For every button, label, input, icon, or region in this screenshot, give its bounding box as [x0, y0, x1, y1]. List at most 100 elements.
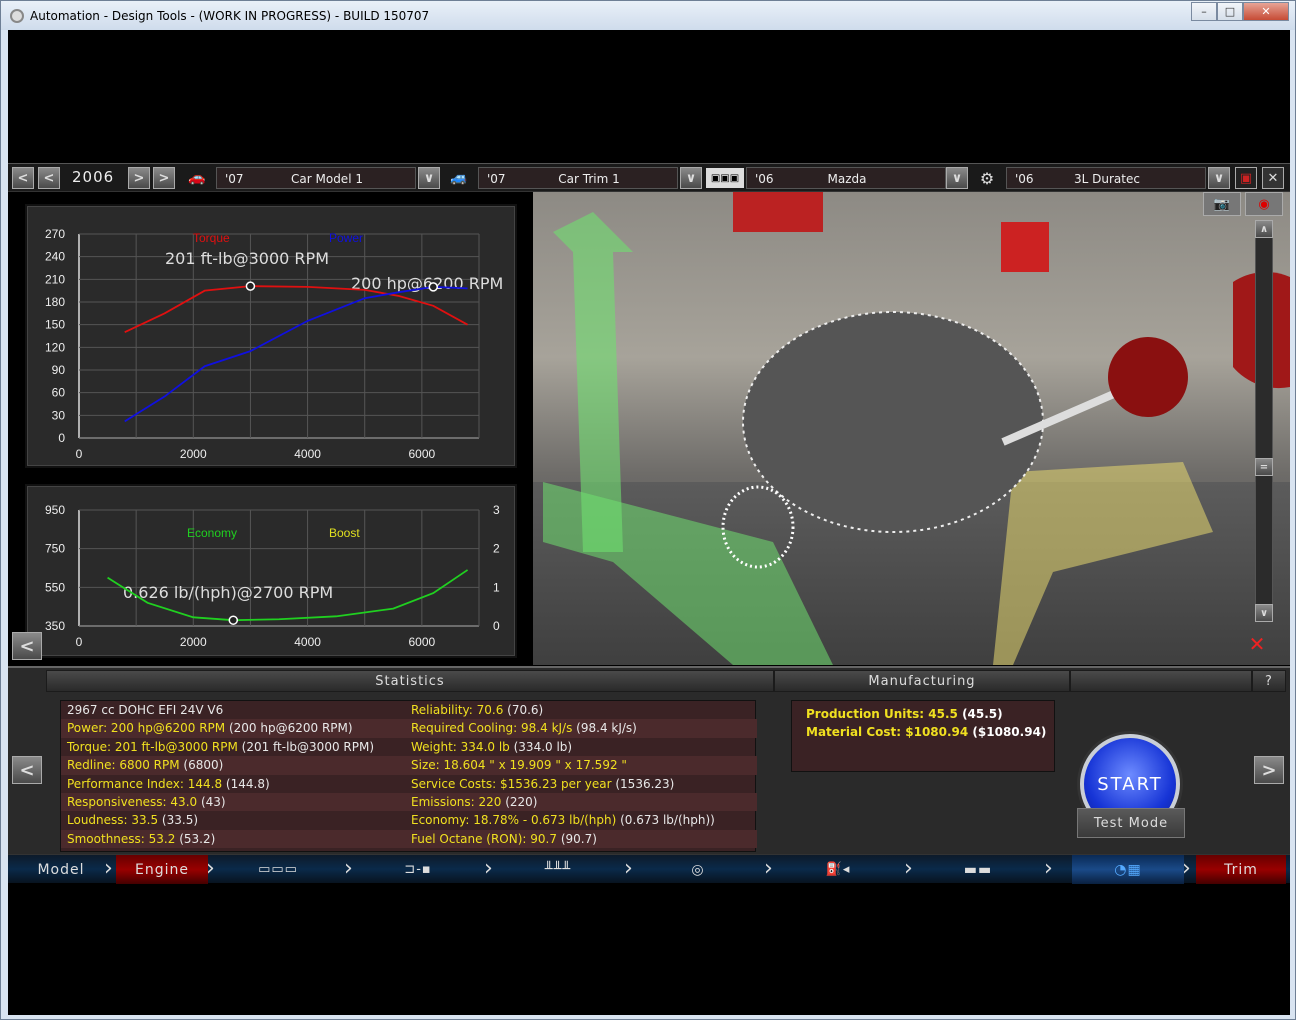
tab-model[interactable]: Model — [18, 855, 104, 884]
engine-variant-field[interactable]: '06 3L Duratec — [1006, 167, 1206, 189]
engine-variant-icon: ⚙ — [979, 168, 995, 188]
trim-dropdown-button[interactable]: ∨ — [680, 167, 702, 189]
tab-exhaust-icon[interactable]: ▬▬ — [948, 855, 1008, 884]
model-dropdown-button[interactable]: ∨ — [418, 167, 440, 189]
chevron-right-icon: › — [764, 856, 773, 881]
y-tick-label: 180 — [45, 295, 65, 309]
tab-block-icon[interactable]: ▭▭▭ — [248, 855, 308, 884]
series-line-torque — [124, 285, 469, 334]
power-legend: Power — [329, 231, 363, 245]
x-tick-label: 6000 — [409, 635, 436, 649]
manufacturing-box: Production Units: 45.5 (45.5) Material C… — [791, 700, 1055, 772]
collapse-graphs-button[interactable]: < — [12, 632, 42, 660]
engine-3d-viewport[interactable]: 📷 ◉ ∧ = ∨ ✕ — [533, 192, 1290, 665]
left-stat: Redline: 6800 RPM (6800) — [67, 758, 224, 773]
scroll-down-button[interactable]: ∨ — [1255, 604, 1273, 622]
model-year: '07 — [225, 172, 244, 186]
year-next-fast-button[interactable]: > — [153, 167, 175, 189]
variant-dropdown-button[interactable]: ∨ — [1208, 167, 1230, 189]
camera-icon[interactable]: 📷 — [1203, 192, 1241, 216]
x-tick-label: 4000 — [294, 447, 321, 461]
car-model-icon: 🚗 — [188, 170, 206, 186]
tab-turbo-icon[interactable]: ◎ — [668, 855, 728, 884]
y-tick-label: 30 — [52, 408, 66, 422]
chevron-right-icon: › — [624, 856, 633, 881]
year-prev-fast-button[interactable]: < — [12, 167, 34, 189]
x-tick-label: 6000 — [409, 447, 436, 461]
scroll-thumb[interactable]: = — [1255, 458, 1273, 476]
year-next-button[interactable]: > — [128, 167, 150, 189]
close-window-button[interactable]: ✕ — [1243, 2, 1289, 21]
left-stat: Responsiveness: 43.0 (43) — [67, 795, 226, 809]
minimize-button[interactable]: – — [1191, 2, 1217, 21]
y-tick-label: 270 — [45, 227, 65, 241]
selector-bar: < < 2006 > > 🚗 '07 Car Model 1 ∨ 🚙 '07 C… — [8, 163, 1290, 192]
test-mode-button[interactable]: Test Mode — [1077, 808, 1185, 838]
boost-legend: Boost — [329, 526, 360, 540]
family-dropdown-button[interactable]: ∨ — [946, 167, 968, 189]
car-trim-field[interactable]: '07 Car Trim 1 — [478, 167, 678, 189]
right-stat: Service Costs: $1536.23 per year (1536.2… — [411, 776, 675, 791]
x-tick-label: 2000 — [180, 447, 207, 461]
engine-family-icon: ▣▣▣ — [706, 168, 744, 188]
stat-row: Loudness: 33.5 (33.5) Economy: 18.78% - 0… — [61, 811, 757, 829]
peak-marker — [245, 281, 256, 291]
stats-prev-button[interactable]: < — [12, 756, 42, 784]
chevron-right-icon: › — [344, 856, 353, 881]
window-title: Automation - Design Tools - (WORK IN PRO… — [30, 8, 430, 23]
left-stat: 2967 cc DOHC EFI 24V V6 — [67, 703, 224, 717]
stats-next-button[interactable]: > — [1254, 756, 1284, 784]
stat-row: Torque: 201 ft-lb@3000 RPM (201 ft-lb@30… — [61, 738, 757, 756]
trim-year: '07 — [487, 172, 506, 186]
y2-tick-label: 1 — [493, 580, 500, 594]
chevron-right-icon: › — [1182, 856, 1191, 881]
chevron-right-icon: › — [206, 856, 215, 881]
right-stat: Reliability: 70.6 (70.6) — [411, 703, 544, 717]
y-tick-label: 350 — [45, 619, 65, 633]
y2-tick-label: 3 — [493, 503, 500, 517]
x-tick-label: 0 — [76, 635, 83, 649]
engine-family-field[interactable]: '06 Mazda — [746, 167, 946, 189]
save-icon[interactable]: ▣ — [1235, 167, 1257, 189]
chevron-right-icon: › — [104, 856, 113, 881]
stat-row: Redline: 6800 RPM (6800) Size: 18.604 " x… — [61, 756, 757, 775]
tab-engine[interactable]: Engine — [116, 855, 208, 884]
chevron-right-icon: › — [1044, 856, 1053, 881]
year-prev-button[interactable]: < — [38, 167, 60, 189]
zoom-scrollbar[interactable] — [1255, 222, 1273, 622]
manufacturing-header: Manufacturing — [774, 670, 1070, 692]
tab-tuning-icon[interactable]: ◔▦ — [1072, 855, 1184, 884]
peak-marker — [228, 615, 239, 625]
maximize-button[interactable]: □ — [1217, 2, 1243, 21]
design-tabs: Model › Engine › ▭▭▭ › ⊐-▪ › ╨╨╨ › ◎ › ⛽… — [8, 854, 1290, 884]
eye-icon[interactable]: ◉ — [1245, 192, 1283, 216]
torque-power-graph: 6000 4000 2000 0 0 30 60 90 120 150 180 210 240 270 T… — [25, 204, 517, 468]
tab-valvetrain-icon[interactable]: ╨╨╨ — [528, 855, 588, 884]
tab-trim[interactable]: Trim — [1196, 855, 1286, 884]
right-stat: Fuel Octane (RON): 90.7 (90.7) — [411, 831, 597, 846]
peak-power-label: 200 hp@6200 RPM — [351, 274, 503, 293]
help-button[interactable]: ? — [1252, 670, 1286, 692]
stat-row: Power: 200 hp@6200 RPM (200 hp@6200 RPM)… — [61, 719, 757, 738]
tab-fuel-icon[interactable]: ⛽◂ — [808, 855, 868, 884]
close-icon[interactable]: ✕ — [1262, 167, 1284, 189]
scroll-up-button[interactable]: ∧ — [1255, 220, 1273, 238]
car-model-field[interactable]: '07 Car Model 1 — [216, 167, 416, 189]
tab-crank-icon[interactable]: ⊐-▪ — [388, 855, 448, 884]
right-stat: Emissions: 220 (220) — [411, 795, 538, 809]
year-display: 2006 — [72, 168, 115, 186]
x-tick-label: 4000 — [294, 635, 321, 649]
y-tick-label: 0 — [58, 431, 65, 445]
right-stat: Economy: 18.78% - 0.673 lb/(hph) (0.673 … — [411, 813, 715, 828]
right-stat: Required Cooling: 98.4 kJ/s (98.4 kJ/s) — [411, 721, 637, 736]
reset-view-icon[interactable]: ✕ — [1239, 632, 1275, 658]
y-tick-label: 210 — [45, 272, 65, 286]
x-tick-label: 0 — [76, 447, 83, 461]
y-tick-label: 240 — [45, 250, 65, 264]
material-cost: Material Cost: $1080.94 ($1080.94) — [806, 725, 1047, 739]
y-tick-label: 60 — [52, 386, 66, 400]
chevron-right-icon: › — [484, 856, 493, 881]
peak-marker — [428, 282, 439, 292]
y-tick-label: 750 — [45, 542, 65, 556]
car-trim-icon: 🚙 — [450, 170, 468, 186]
